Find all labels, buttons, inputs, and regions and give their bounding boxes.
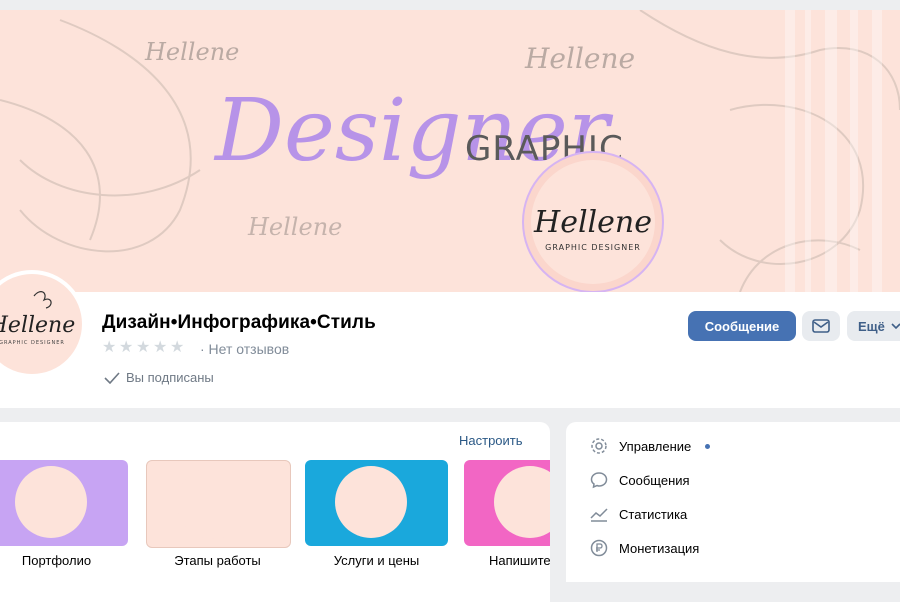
- menu-item-monetization[interactable]: Монетизация: [590, 539, 699, 557]
- star-icon: ★: [170, 339, 185, 356]
- group-title: Дизайн•Инфографика•Стиль: [102, 312, 376, 333]
- link-tile-write[interactable]: [464, 460, 550, 546]
- tile-logo: [177, 467, 249, 539]
- chevron-down-icon: [891, 322, 900, 329]
- mail-button[interactable]: [802, 311, 840, 341]
- message-button[interactable]: Сообщение: [688, 311, 796, 341]
- menu-item-label: Статистика: [619, 506, 688, 522]
- menu-item-label: Управление: [619, 438, 692, 454]
- star-icon: ★: [153, 339, 168, 356]
- subscribed-status[interactable]: Вы подписаны: [104, 370, 214, 385]
- notification-dot: [705, 443, 711, 449]
- svg-text:Hellene: Hellene: [524, 42, 635, 75]
- star-icon: ★: [136, 339, 151, 356]
- link-tile-label[interactable]: Портфолио: [0, 553, 128, 568]
- link-tile-services[interactable]: [305, 460, 448, 546]
- menu-item-messages[interactable]: Сообщения: [590, 471, 690, 489]
- chat-icon: [590, 471, 608, 489]
- svg-text:Hellene: Hellene: [0, 313, 75, 338]
- cover-logo-subtitle: GRAPHIC DESIGNER: [545, 243, 641, 252]
- menu-item-label: Сообщения: [619, 472, 690, 488]
- link-tile-stages[interactable]: [146, 460, 291, 548]
- tile-logo: [335, 466, 407, 538]
- star-icon: ★: [102, 339, 117, 356]
- gear-icon: [590, 437, 608, 455]
- mail-icon: [812, 319, 830, 333]
- cover-image[interactable]: Designer GRAPHIC Hellene Hellene Hellene…: [0, 10, 900, 292]
- star-icon: ★: [119, 339, 134, 356]
- menu-item-label: Монетизация: [619, 540, 700, 556]
- stats-icon: [590, 505, 608, 523]
- menu-item-stats[interactable]: Статистика: [590, 505, 687, 523]
- tile-logo: [494, 466, 550, 538]
- rating-stars[interactable]: ★ ★ ★ ★ ★: [102, 339, 185, 356]
- link-tile-label[interactable]: Напишите: [464, 553, 550, 568]
- cover-artwork: Designer GRAPHIC Hellene Hellene Hellene…: [0, 10, 900, 292]
- more-label: Ещё: [858, 318, 885, 334]
- svg-text:GRAPHIC DESIGNER: GRAPHIC DESIGNER: [0, 340, 65, 346]
- svg-text:Hellene: Hellene: [247, 213, 342, 241]
- avatar-logo: Hellene GRAPHIC DESIGNER: [0, 291, 75, 346]
- svg-text:Hellene: Hellene: [144, 38, 239, 66]
- check-icon: [104, 371, 120, 384]
- menu-item-manage[interactable]: Управление: [590, 437, 711, 455]
- cover-logo-name: Hellene: [533, 205, 652, 240]
- tile-logo: [15, 466, 87, 538]
- more-button[interactable]: Ещё: [847, 311, 900, 341]
- reviews-text[interactable]: · Нет отзывов: [200, 341, 289, 357]
- configure-link[interactable]: Настроить: [459, 433, 523, 448]
- link-tile-label[interactable]: Услуги и цены: [305, 553, 448, 568]
- link-tile-portfolio[interactable]: [0, 460, 128, 546]
- link-tile-label[interactable]: Этапы работы: [146, 553, 289, 568]
- subscribed-label: Вы подписаны: [126, 370, 214, 385]
- ruble-icon: [590, 539, 608, 557]
